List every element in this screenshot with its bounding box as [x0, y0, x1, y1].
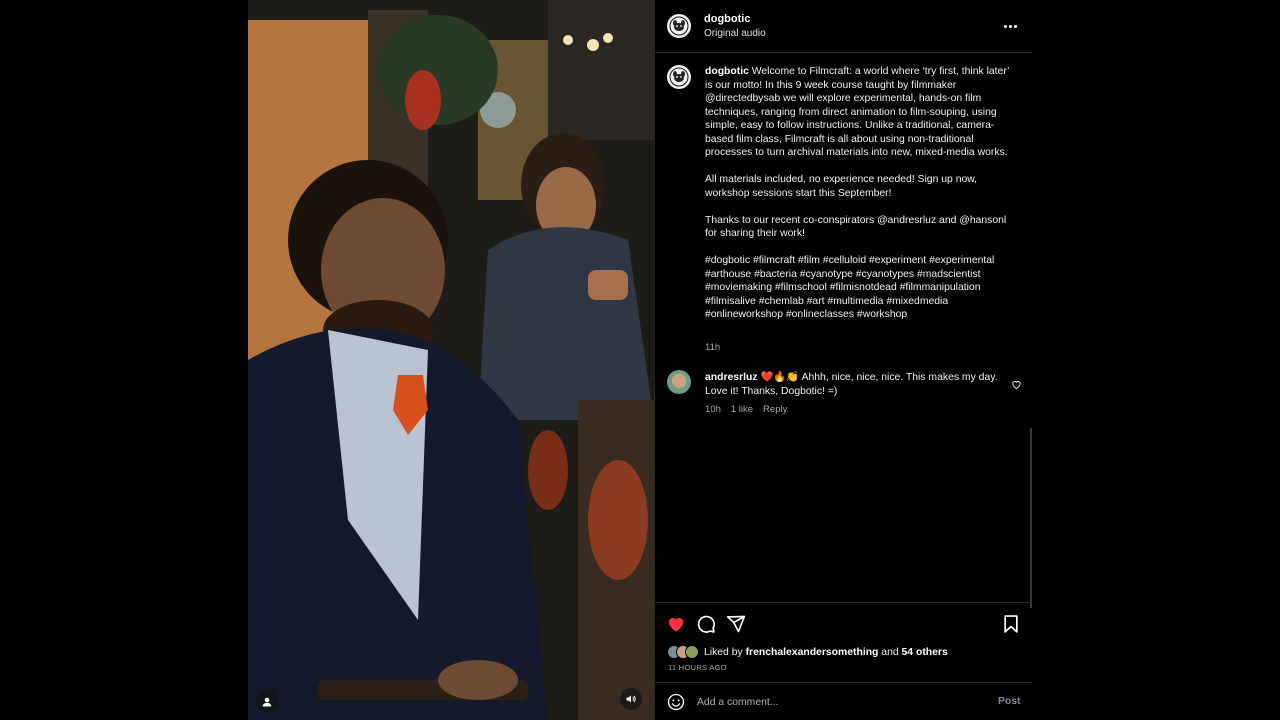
comment-input[interactable]: [697, 692, 987, 712]
likes-summary: Liked by frenchalexandersomething and 54…: [667, 644, 948, 660]
audio-label[interactable]: Original audio: [704, 28, 766, 39]
mute-toggle-button[interactable]: [620, 688, 642, 710]
share-button[interactable]: [725, 613, 747, 635]
post-comment-button[interactable]: Post: [998, 696, 1021, 707]
paper-plane-icon: [726, 615, 746, 633]
author-username[interactable]: dogbotic: [704, 13, 750, 25]
comment-reply-button[interactable]: Reply: [763, 404, 787, 415]
commenter-username[interactable]: andresrluz: [705, 372, 758, 383]
tagged-users-button[interactable]: [256, 691, 278, 713]
smiley-icon: [667, 693, 685, 711]
dog-logo-icon: [669, 67, 689, 87]
more-options-button[interactable]: [1002, 18, 1018, 34]
likes-joiner: and: [881, 646, 899, 658]
person-icon: [262, 697, 272, 707]
heart-filled-icon: [668, 618, 684, 632]
action-bar: [655, 602, 1032, 642]
more-dot: [1008, 24, 1012, 28]
comment-like-button[interactable]: [1011, 377, 1022, 390]
author-avatar[interactable]: [667, 14, 691, 38]
comment-composer: Post: [655, 682, 1032, 720]
more-horizontal-icon: [1003, 24, 1007, 28]
post-header: dogbotic Original audio: [655, 0, 1032, 53]
like-button[interactable]: [665, 613, 687, 635]
caption-text: Welcome to Filmcraft: a world where ‘try…: [705, 66, 1010, 158]
commenter-avatar[interactable]: [667, 370, 691, 394]
caption-author-avatar[interactable]: [667, 65, 691, 89]
dog-logo-icon: [669, 16, 689, 36]
caption-paragraph: Thanks to our recent co-conspirators @an…: [705, 214, 1007, 240]
post-timestamp[interactable]: 11 HOURS AGO: [668, 663, 727, 672]
caption-username[interactable]: dogbotic: [705, 66, 749, 77]
likes-others-link[interactable]: 54 others: [902, 647, 948, 658]
comment-bubble-icon: [697, 615, 715, 633]
comment-button[interactable]: [695, 613, 717, 635]
emoji-picker-button[interactable]: [667, 693, 685, 711]
liker-username[interactable]: frenchalexandersomething: [746, 647, 879, 658]
liker-avatar[interactable]: [685, 645, 699, 659]
likes-text: Liked by frenchalexandersomething and 54…: [704, 647, 948, 658]
post-video[interactable]: [248, 0, 654, 720]
caption-paragraph: All materials included, no experience ne…: [705, 174, 978, 199]
more-dot: [1013, 24, 1017, 28]
video-frame: [248, 0, 654, 720]
caption-paragraph: dogbotic Welcome to Filmcraft: a world w…: [705, 65, 1013, 160]
caption-timestamp[interactable]: 11h: [705, 342, 720, 353]
caption-hashtags[interactable]: #dogbotic #filmcraft #film #celluloid #e…: [705, 254, 1013, 322]
comments-scrollbar[interactable]: [1030, 428, 1032, 608]
likes-prefix: Liked by: [704, 646, 743, 658]
post-details-panel: dogbotic Original audio dogbotic Welcome…: [654, 0, 1032, 720]
heart-outline-icon: [1012, 381, 1021, 390]
comment-meta: 10h 1 like Reply: [705, 404, 787, 415]
bookmark-icon: [1004, 615, 1018, 633]
comment-item: andresrluz ❤️🔥👏 Ahhh, nice, nice, nice. …: [705, 371, 1005, 398]
comment-time[interactable]: 10h: [705, 404, 721, 415]
speaker-icon: [626, 695, 636, 703]
save-button[interactable]: [1000, 613, 1022, 635]
post-caption: dogbotic Welcome to Filmcraft: a world w…: [705, 65, 1013, 335]
comment-like-count[interactable]: 1 like: [731, 404, 753, 415]
